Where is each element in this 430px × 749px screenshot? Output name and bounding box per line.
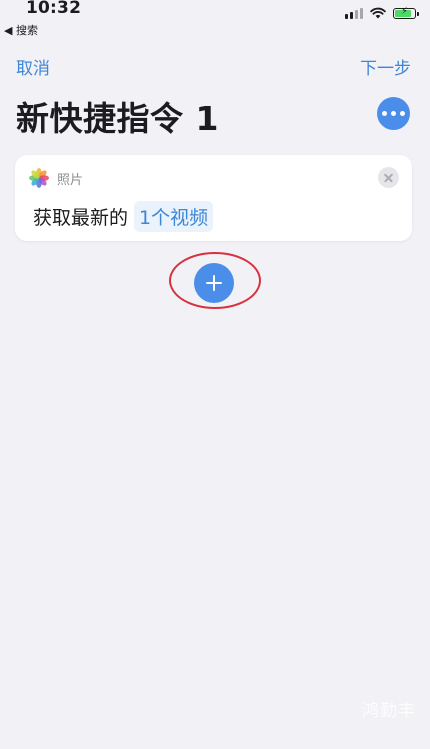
photos-icon: [29, 168, 49, 188]
cancel-button[interactable]: 取消: [16, 54, 50, 79]
more-options-button[interactable]: [377, 97, 410, 130]
page-title: 新快捷指令 1: [16, 99, 219, 138]
status-icons: ⚡: [345, 6, 419, 19]
close-icon[interactable]: [378, 167, 399, 188]
next-step-button[interactable]: 下一步: [360, 54, 411, 79]
action-card[interactable]: 照片 获取最新的 1个视频: [15, 155, 412, 241]
status-bar: 10:32 ⚡: [0, 0, 430, 22]
parameter-token[interactable]: 1个视频: [134, 201, 214, 232]
ellipsis-icon: [382, 111, 387, 116]
status-time: 10:32: [26, 0, 82, 18]
watermark: 鸿勤丰: [362, 701, 416, 721]
back-to-search-link[interactable]: ◀ 搜索: [4, 22, 38, 38]
action-description: 获取最新的 1个视频: [33, 201, 214, 232]
wifi-icon: [370, 7, 386, 19]
app-name-label: 照片: [57, 173, 84, 188]
signal-icon: [345, 7, 363, 19]
action-text: 获取最新的: [33, 207, 129, 229]
battery-icon: ⚡: [393, 6, 419, 19]
add-action-button[interactable]: [194, 263, 234, 303]
